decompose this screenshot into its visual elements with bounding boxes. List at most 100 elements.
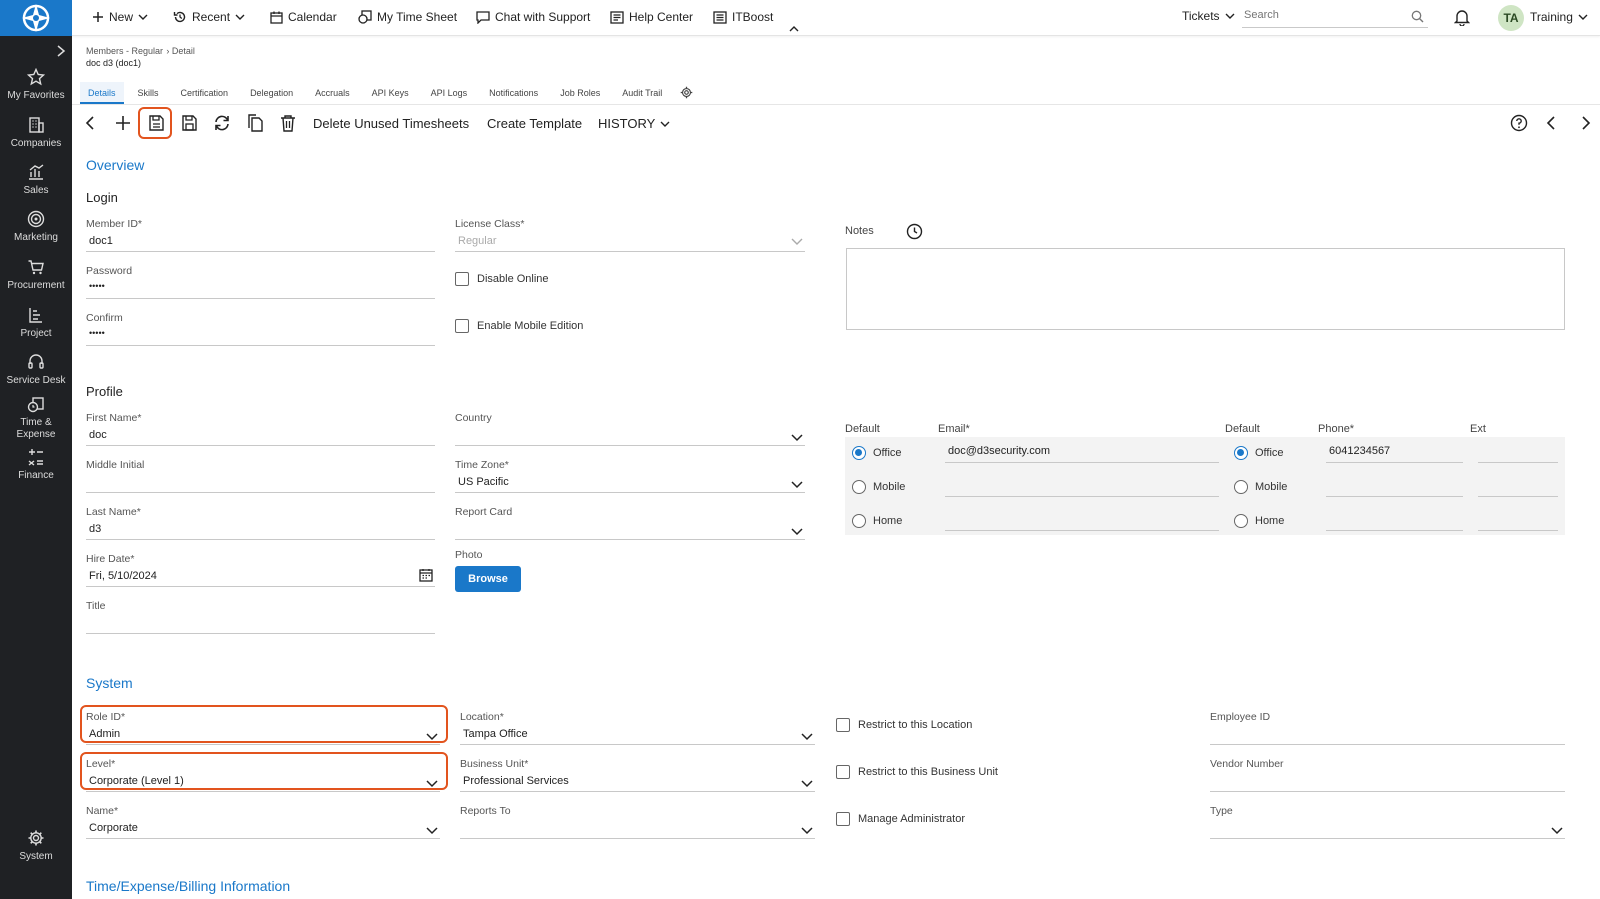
delete-trash-icon[interactable] — [279, 114, 297, 132]
checkbox-box — [836, 718, 850, 732]
tab-settings-gear-icon[interactable] — [680, 86, 693, 99]
breadcrumb-parent[interactable]: Members - Regular — [86, 46, 163, 56]
country-select[interactable]: Country — [455, 412, 805, 446]
add-icon[interactable] — [114, 114, 132, 132]
collapse-chevron-up-icon[interactable] — [788, 24, 800, 34]
save-icon[interactable] — [180, 114, 198, 132]
middle-initial-field[interactable]: Middle Initial — [86, 459, 435, 493]
tab-audit-trail[interactable]: Audit Trail — [614, 82, 670, 104]
reports-to-select[interactable]: Reports To — [460, 805, 815, 839]
email-mobile-input[interactable] — [945, 478, 1219, 497]
refresh-icon[interactable] — [213, 114, 231, 132]
calendar-picker-icon[interactable] — [419, 568, 433, 582]
ext-home-input[interactable] — [1478, 512, 1558, 531]
hire-date-field[interactable]: Hire Date* Fri, 5/10/2024 — [86, 553, 435, 587]
location-select[interactable]: Location* Tampa Office — [460, 711, 815, 745]
password-field[interactable]: Password ••••• — [86, 265, 435, 299]
bell-icon[interactable] — [1454, 9, 1470, 26]
new-menu[interactable]: New — [92, 10, 148, 24]
back-arrow-icon[interactable] — [82, 114, 100, 132]
sidebar-item-procurement[interactable]: Procurement — [0, 258, 72, 292]
type-select[interactable]: Type — [1210, 805, 1565, 839]
confirm-password-field[interactable]: Confirm ••••• — [86, 312, 435, 346]
ext-office-input[interactable] — [1478, 444, 1558, 463]
email-office-input[interactable]: doc@d3security.com — [945, 444, 1219, 463]
next-record-icon[interactable] — [1576, 114, 1594, 132]
tab-api-logs[interactable]: API Logs — [423, 82, 476, 104]
chevron-right-icon[interactable] — [54, 44, 68, 58]
help-center-link[interactable]: Help Center — [610, 10, 693, 24]
ext-mobile-input[interactable] — [1478, 478, 1558, 497]
disable-online-checkbox[interactable]: Disable Online — [455, 272, 549, 286]
sidebar-item-companies[interactable]: Companies — [0, 116, 72, 150]
phone-mobile-input[interactable] — [1326, 478, 1463, 497]
create-template-button[interactable]: Create Template — [487, 116, 582, 131]
email-default-mobile-radio[interactable]: Mobile — [852, 480, 905, 494]
field-label: Title — [86, 600, 106, 612]
tab-delegation[interactable]: Delegation — [242, 82, 301, 104]
phone-default-home-radio[interactable]: Home — [1234, 514, 1284, 528]
first-name-field[interactable]: First Name* doc — [86, 412, 435, 446]
business-unit-select[interactable]: Business Unit* Professional Services — [460, 758, 815, 792]
tab-notifications[interactable]: Notifications — [481, 82, 546, 104]
title-field[interactable]: Title — [86, 600, 435, 634]
phone-default-mobile-radio[interactable]: Mobile — [1234, 480, 1287, 494]
history-menu[interactable]: HISTORY — [598, 116, 670, 131]
user-menu[interactable]: Training — [1530, 10, 1588, 24]
email-home-input[interactable] — [945, 512, 1219, 531]
app-logo[interactable] — [0, 0, 72, 36]
tab-skills[interactable]: Skills — [130, 82, 167, 104]
avatar[interactable]: TA — [1498, 5, 1524, 31]
recent-menu[interactable]: Recent — [173, 10, 245, 24]
browse-button[interactable]: Browse — [455, 566, 521, 592]
email-default-office-radio[interactable]: Office — [852, 446, 902, 460]
help-circle-icon[interactable] — [1510, 114, 1528, 132]
history-label: HISTORY — [598, 116, 656, 131]
employee-id-field[interactable]: Employee ID — [1210, 711, 1565, 745]
sidebar-item-time-expense[interactable]: Time & Expense — [0, 397, 72, 441]
previous-record-icon[interactable] — [1543, 114, 1561, 132]
delete-unused-timesheets-button[interactable]: Delete Unused Timesheets — [313, 116, 469, 131]
user-label: Training — [1530, 10, 1573, 24]
license-class-select: License Class* Regular — [455, 218, 805, 252]
calendar-link[interactable]: Calendar — [270, 10, 337, 24]
sidebar-item-system[interactable]: System — [0, 829, 72, 863]
name-select[interactable]: Name* Corporate — [86, 805, 440, 839]
radio-label: Office — [1255, 447, 1284, 459]
last-name-field[interactable]: Last Name* d3 — [86, 506, 435, 540]
phone-default-office-radio[interactable]: Office — [1234, 446, 1284, 460]
vendor-number-field[interactable]: Vendor Number — [1210, 758, 1565, 792]
time-expense-icon — [27, 397, 44, 413]
tab-certification[interactable]: Certification — [173, 82, 237, 104]
email-default-home-radio[interactable]: Home — [852, 514, 902, 528]
tab-api-keys[interactable]: API Keys — [364, 82, 417, 104]
notes-textarea[interactable] — [846, 248, 1565, 330]
clock-history-icon[interactable] — [906, 223, 923, 240]
phone-office-input[interactable]: 6041234567 — [1326, 444, 1463, 463]
sidebar-item-favorites[interactable]: My Favorites — [0, 68, 72, 102]
manage-administrator-checkbox[interactable]: Manage Administrator — [836, 812, 965, 826]
restrict-location-checkbox[interactable]: Restrict to this Location — [836, 718, 972, 732]
sidebar-item-sales[interactable]: Sales — [0, 163, 72, 197]
tab-accruals[interactable]: Accruals — [307, 82, 358, 104]
phone-home-input[interactable] — [1326, 512, 1463, 531]
timesheet-link[interactable]: My Time Sheet — [358, 10, 457, 24]
sidebar-item-project[interactable]: Project — [0, 306, 72, 340]
tab-job-roles[interactable]: Job Roles — [552, 82, 608, 104]
chat-support-link[interactable]: Chat with Support — [476, 10, 590, 24]
restrict-business-unit-checkbox[interactable]: Restrict to this Business Unit — [836, 765, 998, 779]
tab-details[interactable]: Details — [80, 82, 124, 104]
copy-icon[interactable] — [246, 114, 264, 132]
sidebar-item-service-desk[interactable]: Service Desk — [0, 353, 72, 387]
overview-section-title: Overview — [86, 157, 145, 173]
enable-mobile-checkbox[interactable]: Enable Mobile Edition — [455, 319, 583, 333]
tickets-menu[interactable]: Tickets — [1182, 9, 1235, 23]
itboost-link[interactable]: ITBoost — [713, 10, 773, 24]
search-input[interactable] — [1242, 6, 1392, 24]
report-card-select[interactable]: Report Card — [455, 506, 805, 540]
time-zone-select[interactable]: Time Zone* US Pacific — [455, 459, 805, 493]
member-id-field[interactable]: Member ID* doc1 — [86, 218, 435, 252]
search-icon[interactable] — [1411, 10, 1424, 23]
sidebar-item-marketing[interactable]: Marketing — [0, 210, 72, 244]
sidebar-item-finance[interactable]: Finance — [0, 448, 72, 482]
